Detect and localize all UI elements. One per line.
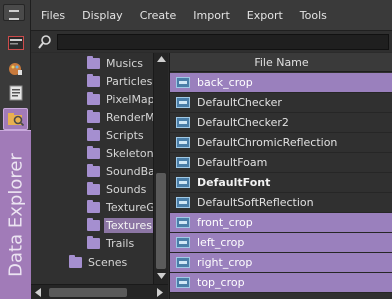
folder-icon <box>87 127 100 141</box>
tree-horizontal-scrollbar[interactable] <box>31 284 168 299</box>
tree-item[interactable]: Sounds <box>87 179 146 199</box>
folder-icon <box>87 73 100 87</box>
tree-item-label: Sounds <box>106 182 147 196</box>
folder-icon <box>87 199 100 213</box>
file-row[interactable]: DefaultChecker2 <box>170 113 392 133</box>
folder-icon <box>87 181 100 195</box>
file-row-selected[interactable]: top_crop <box>170 273 392 293</box>
terminal-icon[interactable] <box>3 32 28 54</box>
tree-item-label: Textures <box>104 217 154 233</box>
file-name: top_crop <box>197 276 245 289</box>
file-name: right_crop <box>197 256 253 269</box>
texture-file-icon <box>176 117 190 128</box>
folder-icon <box>69 254 82 268</box>
tree-item[interactable]: Musics <box>87 53 143 73</box>
tree-item-label: Particles <box>106 74 153 88</box>
file-name: DefaultFoam <box>197 156 268 169</box>
texture-file-icon <box>176 217 190 228</box>
menu-export[interactable]: Export <box>247 9 283 22</box>
scroll-down-icon[interactable] <box>157 273 166 279</box>
folder-icon <box>87 235 100 249</box>
data-explorer-tab[interactable]: Data Explorer <box>0 130 31 299</box>
menu-display[interactable]: Display <box>82 9 123 22</box>
paint-icon[interactable] <box>3 58 28 80</box>
folder-icon <box>87 109 100 123</box>
folder-icon <box>87 91 100 105</box>
search-folder-icon[interactable] <box>3 108 28 130</box>
folder-tree: Musics Particles PixelMaps RenderMaps Sc… <box>31 53 168 284</box>
tree-item[interactable]: PixelMaps <box>87 89 160 109</box>
file-name-column-header[interactable]: File Name <box>170 53 392 72</box>
file-row[interactable]: DefaultChecker <box>170 93 392 113</box>
scroll-right-icon[interactable] <box>157 288 163 297</box>
tree-item[interactable]: Scenes <box>69 252 127 272</box>
tree-item-label: Musics <box>106 56 144 70</box>
file-row-selected[interactable]: left_crop <box>170 233 392 253</box>
data-explorer-label: Data Explorer <box>5 153 26 277</box>
texture-file-icon <box>176 177 190 188</box>
menu-files[interactable]: Files <box>41 9 65 22</box>
texture-file-icon <box>176 257 190 268</box>
file-list: File Name back_crop DefaultChecker Defau… <box>169 53 392 299</box>
file-row-selected[interactable]: right_crop <box>170 253 392 273</box>
search-input[interactable] <box>57 34 389 50</box>
file-name: DefaultChecker <box>197 96 282 109</box>
texture-file-icon <box>176 237 190 248</box>
file-row[interactable]: DefaultFoam <box>170 153 392 173</box>
search-bar <box>31 30 392 52</box>
tree-item[interactable]: Skeletons <box>87 143 159 163</box>
file-name: DefaultChecker2 <box>197 116 289 129</box>
file-row[interactable]: DefaultFont <box>170 173 392 193</box>
texture-file-icon <box>176 197 190 208</box>
file-name: DefaultSoftReflection <box>197 196 314 209</box>
tree-item-label: Scenes <box>88 255 128 269</box>
file-name: DefaultChromicReflection <box>197 136 338 149</box>
tree-horizontal-scroll-thumb[interactable] <box>49 288 127 297</box>
tree-item-selected[interactable]: Textures <box>87 215 154 235</box>
file-name: left_crop <box>197 236 245 249</box>
menu-create[interactable]: Create <box>140 9 177 22</box>
texture-file-icon <box>176 157 190 168</box>
texture-file-icon <box>176 77 190 88</box>
file-name: front_crop <box>197 216 253 229</box>
menu-tools[interactable]: Tools <box>300 9 327 22</box>
texture-file-icon <box>176 97 190 108</box>
menu-bar: Files Display Create Import Export Tools <box>31 0 392 30</box>
search-icon[interactable] <box>37 34 53 50</box>
texture-file-icon <box>176 277 190 288</box>
tree-item-label: Scripts <box>106 128 144 142</box>
tree-item-label: Skeletons <box>106 146 160 160</box>
folder-icon <box>87 163 100 177</box>
folder-icon <box>87 145 100 159</box>
tool-strip: Data Explorer <box>0 0 31 299</box>
tree-vertical-scroll-thumb[interactable] <box>156 173 166 269</box>
scroll-up-icon[interactable] <box>157 56 166 62</box>
file-row[interactable]: DefaultChromicReflection <box>170 133 392 153</box>
menu-import[interactable]: Import <box>193 9 230 22</box>
file-row-selected[interactable]: back_crop <box>170 73 392 93</box>
tree-item[interactable]: Particles <box>87 71 152 91</box>
texture-file-icon <box>176 137 190 148</box>
scroll-left-icon[interactable] <box>35 288 41 297</box>
folder-icon <box>87 55 100 69</box>
folder-icon <box>87 217 100 231</box>
file-name: DefaultFont <box>197 176 271 189</box>
document-icon[interactable] <box>3 82 28 104</box>
tree-item[interactable]: Trails <box>87 233 134 253</box>
column-header-label: File Name <box>254 55 309 69</box>
file-row[interactable]: DefaultSoftReflection <box>170 193 392 213</box>
file-row-selected[interactable]: front_crop <box>170 213 392 233</box>
tree-vertical-scrollbar[interactable] <box>153 53 168 284</box>
tree-item-label: Trails <box>106 236 135 250</box>
panel-menu-icon[interactable] <box>3 4 25 21</box>
file-name: back_crop <box>197 76 253 89</box>
tree-item[interactable]: Scripts <box>87 125 144 145</box>
